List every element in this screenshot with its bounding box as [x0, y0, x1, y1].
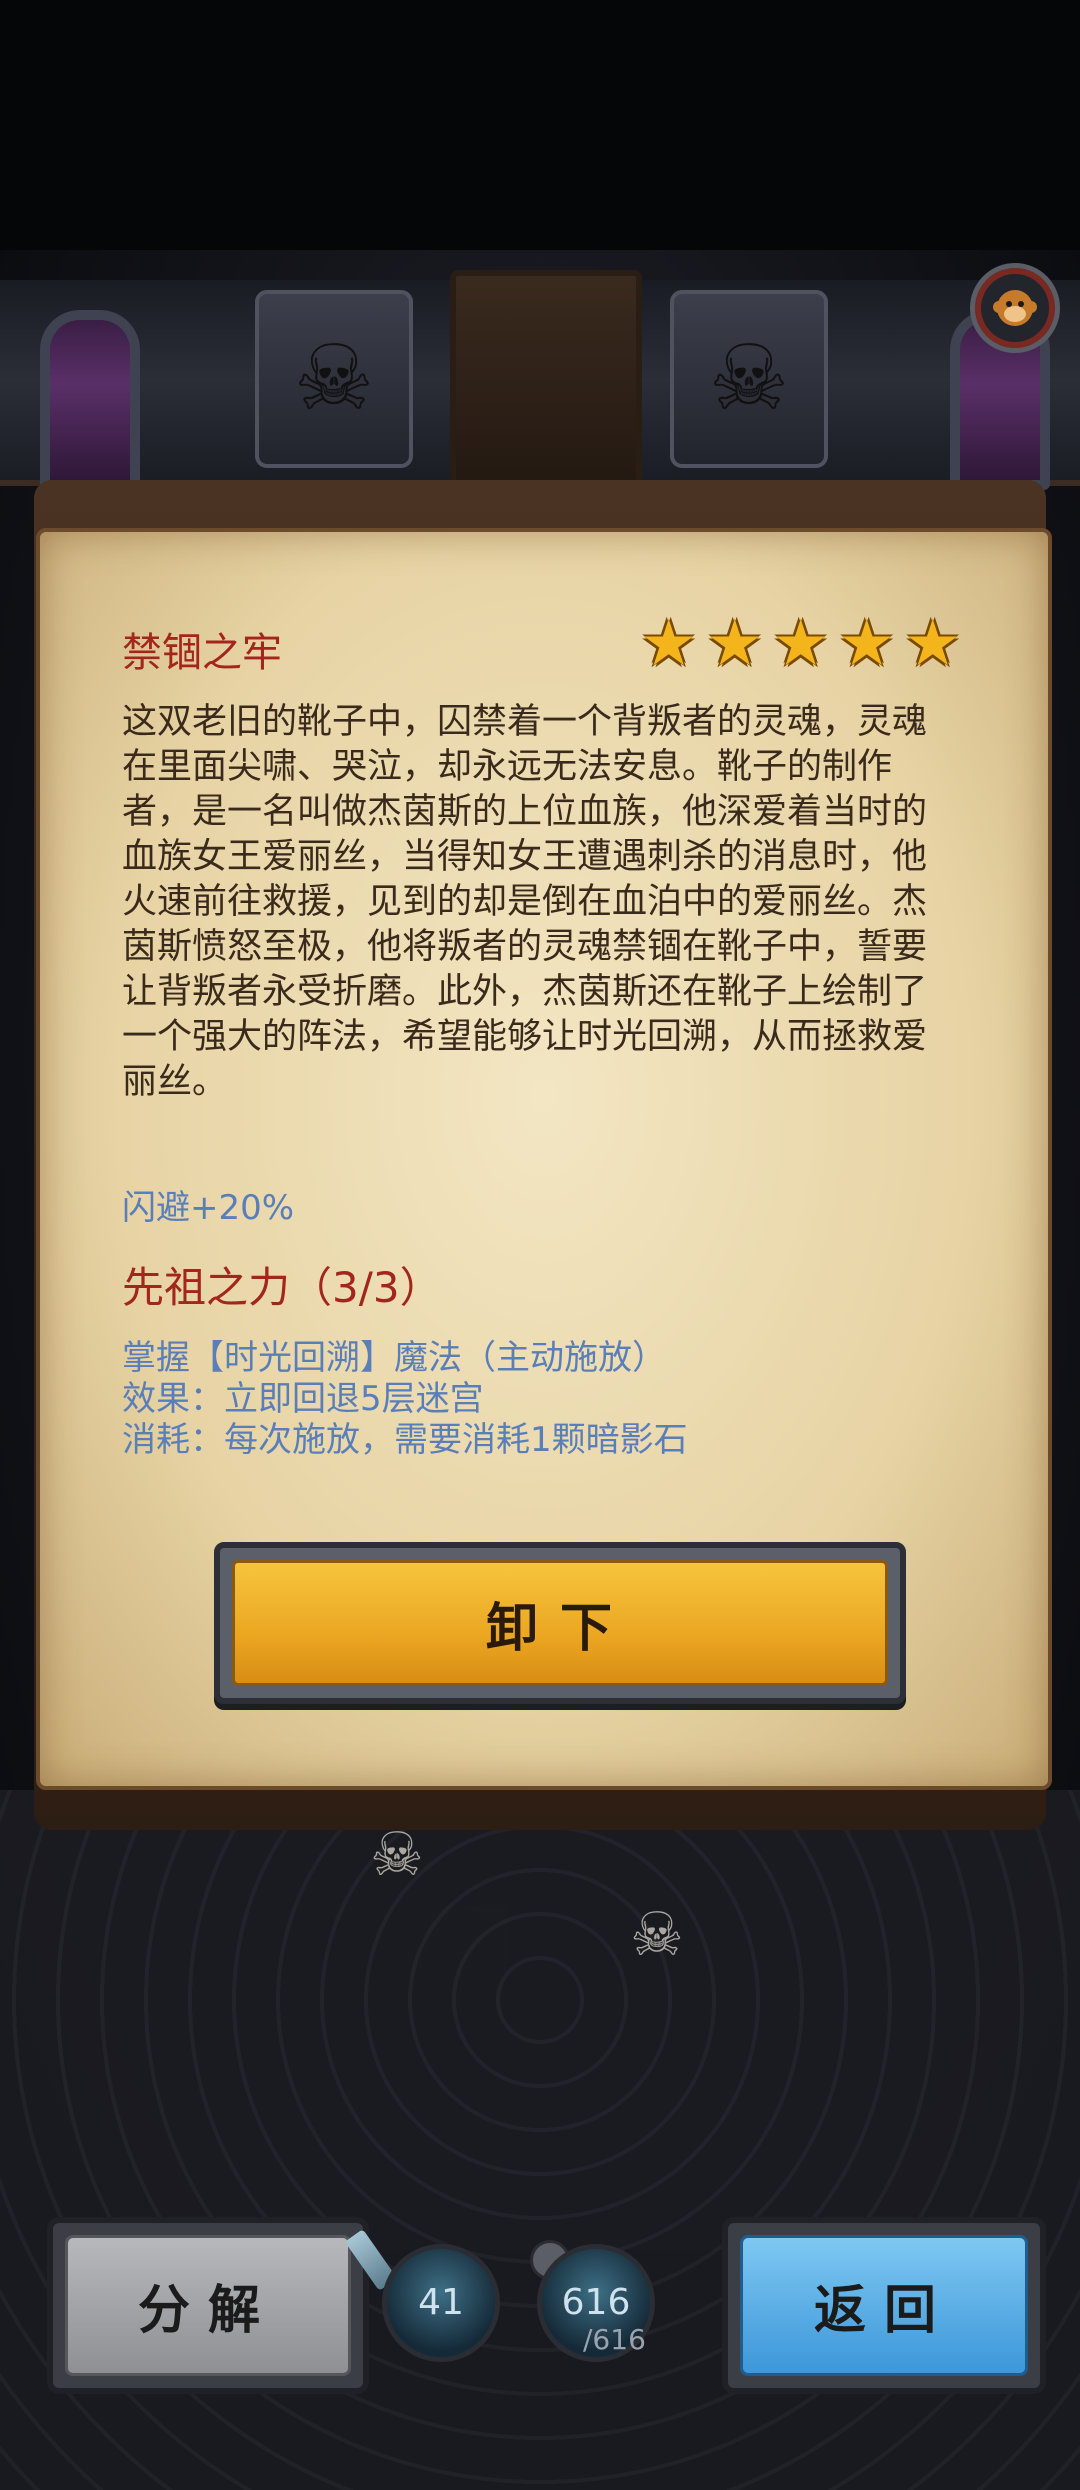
potion-count: 616 — [561, 2282, 631, 2323]
back-label: 返回 — [813, 2281, 954, 2341]
player-avatar-button[interactable] — [970, 263, 1060, 353]
decompose-button[interactable]: 分解 — [47, 2217, 369, 2394]
monkey-face-icon — [993, 290, 1037, 326]
set-power-title: 先祖之力（3/3） — [122, 1263, 442, 1312]
star-icon: ★ — [904, 607, 962, 681]
back-button-face[interactable]: 返回 — [740, 2235, 1028, 2376]
back-button[interactable]: 返回 — [722, 2217, 1046, 2394]
set-power-line: 掌握【时光回溯】魔法（主动施放） — [122, 1338, 666, 1378]
item-stat: 闪避+20% — [122, 1188, 295, 1228]
item-description: 这双老旧的靴子中，囚禁着一个背叛者的灵魂，灵魂在里面尖啸、哭泣，却永远无法安息。… — [122, 702, 928, 1102]
wand-count: 41 — [418, 2282, 464, 2323]
item-detail-panel: 禁锢之牢 ★ ★ ★ ★ ★ 这双老旧的靴子中，囚禁着一个背叛者的灵魂，灵魂在里… — [36, 528, 1052, 1790]
star-icon: ★ — [640, 607, 698, 681]
star-icon: ★ — [706, 607, 764, 681]
floor-skull-icon: ☠ — [630, 1900, 684, 1970]
floor-skull-icon: ☠ — [370, 1820, 424, 1890]
star-icon: ★ — [838, 607, 896, 681]
decompose-label: 分解 — [137, 2281, 278, 2341]
potion-max: /616 — [583, 2323, 646, 2356]
unequip-label: 卸下 — [485, 1598, 634, 1659]
stained-glass-window-left — [40, 310, 140, 490]
set-power-line: 消耗：每次施放，需要消耗1颗暗影石 — [122, 1420, 688, 1460]
set-power-line: 效果：立即回退5层迷宫 — [122, 1379, 484, 1419]
unequip-button-face[interactable]: 卸下 — [232, 1560, 888, 1686]
item-name: 禁锢之牢 — [122, 630, 282, 676]
decompose-button-face[interactable]: 分解 — [65, 2235, 351, 2376]
skull-relief-right-icon: ☠ — [670, 290, 828, 468]
item-rarity-stars: ★ ★ ★ ★ ★ — [640, 612, 968, 676]
star-icon: ★ — [772, 607, 830, 681]
set-power-details: 掌握【时光回溯】魔法（主动施放） 效果：立即回退5层迷宫 消耗：每次施放，需要消… — [122, 1338, 982, 1461]
unequip-button[interactable]: 卸下 — [214, 1542, 906, 1704]
skull-relief-left-icon: ☠ — [255, 290, 413, 468]
wand-count-orb: 41 — [382, 2244, 500, 2362]
